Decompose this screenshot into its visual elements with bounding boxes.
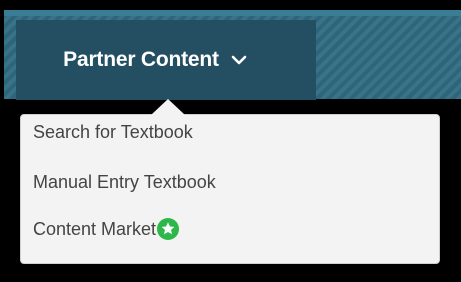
star-badge-icon (157, 218, 180, 240)
menu-item-label: Manual Entry Textbook (33, 172, 216, 192)
menu-item-manual-entry-textbook[interactable]: Manual Entry Textbook (33, 172, 216, 193)
partner-content-menu-content: Partner Content (63, 48, 247, 72)
menu-item-label: Content Market (33, 218, 157, 239)
menu-item-label: Search for Textbook (33, 122, 193, 142)
dropdown-caret (151, 99, 185, 115)
toolbar-top-strip (4, 10, 461, 16)
menu-item-content-market[interactable]: Content Market (33, 218, 180, 240)
menu-item-search-for-textbook[interactable]: Search for Textbook (33, 122, 193, 143)
partner-content-menu-button[interactable]: Partner Content (16, 20, 316, 100)
chevron-down-icon (231, 55, 247, 65)
partner-content-label: Partner Content (63, 48, 219, 71)
